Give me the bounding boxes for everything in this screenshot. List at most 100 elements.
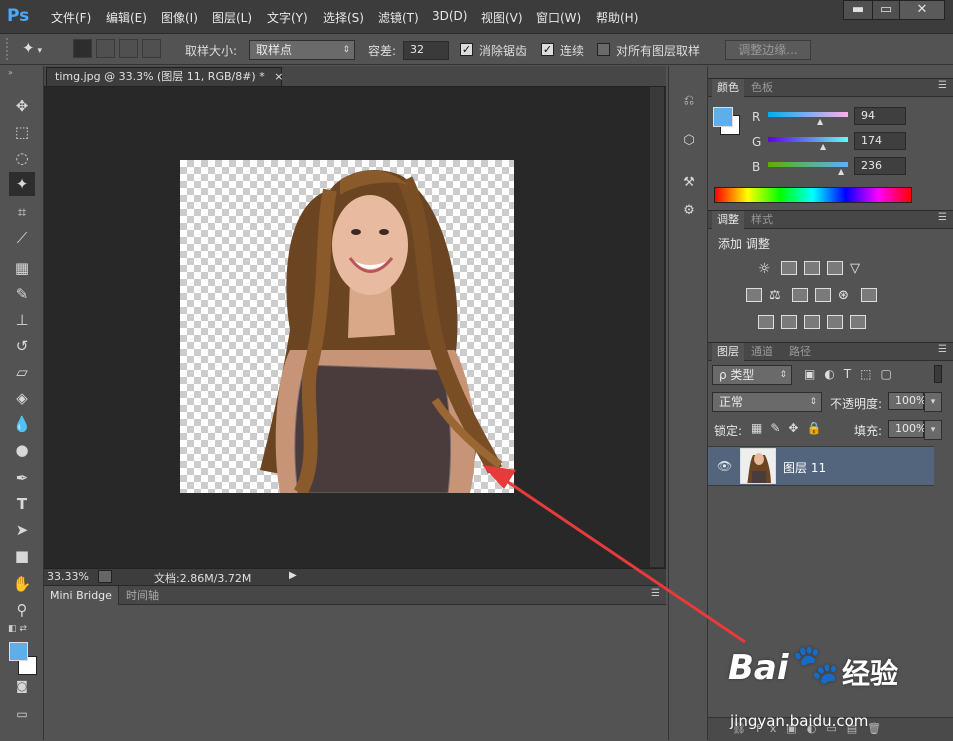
all-layers-checkbox[interactable] [597,43,610,56]
tab-timeline[interactable]: 时间轴 [120,586,165,605]
default-colors-icon[interactable]: ◧ ⇄ [8,624,27,634]
selective-color-icon[interactable] [827,315,843,329]
curves-icon[interactable] [804,261,820,275]
layer-filter-select[interactable]: ρ 类型 ⇕ [712,365,792,385]
menu-type[interactable]: 文字(Y) [267,9,308,26]
menu-edit[interactable]: 编辑(E) [106,9,147,26]
menu-view[interactable]: 视图(V) [481,9,523,26]
tab-adjustments[interactable]: 调整 [712,211,744,229]
subtract-selection-icon[interactable] [119,39,138,58]
filter-toggle[interactable] [934,365,942,383]
g-slider-handle[interactable]: ▲ [820,142,826,151]
move-tool-icon[interactable]: ✥ [9,94,35,118]
brightness-icon[interactable]: ☼ [758,261,774,277]
screen-mode-icon[interactable]: ▭ [9,702,35,726]
panel-menu-icon[interactable]: ☰ [651,588,660,599]
close-icon[interactable]: × [274,70,283,83]
hand-tool-icon[interactable]: ✋ [9,572,35,596]
menu-help[interactable]: 帮助(H) [596,9,638,26]
pen-tool-icon[interactable]: ✒ [9,466,35,490]
antialias-checkbox[interactable]: ✓ [460,43,473,56]
opacity-value[interactable]: 100% [888,392,926,410]
photo-filter-icon[interactable] [815,288,831,302]
new-selection-icon[interactable] [73,39,92,58]
menu-file[interactable]: 文件(F) [51,9,91,26]
visibility-eye-icon[interactable]: 👁 [717,459,732,473]
color-balance-icon[interactable]: ⚖ [769,288,785,303]
foreground-color-swatch[interactable] [9,642,28,661]
r-value[interactable]: 94 [854,107,906,125]
threshold-icon[interactable] [804,315,820,329]
sample-size-select[interactable]: 取样点 ⇕ [249,40,355,60]
type-tool-icon[interactable]: T [9,492,35,516]
opacity-dropdown-icon[interactable]: ▾ [924,392,942,412]
status-menu-arrow-icon[interactable]: ▶ [289,570,297,581]
fill-value[interactable]: 100% [888,420,926,438]
properties-panel-icon[interactable]: ⚙ [677,200,701,222]
layer-thumbnail[interactable] [740,448,776,484]
black-white-icon[interactable] [792,288,808,302]
g-slider[interactable] [768,137,848,142]
layer-name[interactable]: 图层 11 [783,459,826,476]
tab-channels[interactable]: 通道 [746,343,778,361]
tab-layers[interactable]: 图层 [712,343,744,361]
r-slider[interactable] [768,112,848,117]
intersect-selection-icon[interactable] [142,39,161,58]
close-button[interactable]: ✕ [899,0,945,20]
tolerance-input[interactable]: 32 [403,41,449,60]
eraser-tool-icon[interactable]: ▱ [9,360,35,384]
tab-swatches[interactable]: 色板 [746,79,778,97]
invert-icon[interactable] [758,315,774,329]
r-slider-handle[interactable]: ▲ [817,117,823,126]
stamp-tool-icon[interactable]: ⊥ [9,308,35,332]
tab-mini-bridge[interactable]: Mini Bridge [44,586,119,605]
maximize-button[interactable]: ▭ [872,0,900,20]
paint-bucket-tool-icon[interactable]: ◈ [9,386,35,410]
brush-presets-icon[interactable]: ⚒ [677,172,701,194]
magic-wand-preset-icon[interactable]: ✦ ▾ [22,39,62,59]
minimize-button[interactable]: ▬ [843,0,873,20]
channel-mixer-icon[interactable]: ⊛ [838,288,854,303]
add-selection-icon[interactable] [96,39,115,58]
menu-select[interactable]: 选择(S) [323,9,364,26]
exposure-icon[interactable] [827,261,843,275]
tab-styles[interactable]: 样式 [746,211,778,229]
tab-paths[interactable]: 路径 [784,343,816,361]
panel-menu-icon[interactable]: ☰ [938,344,947,355]
b-slider[interactable] [768,162,848,167]
dodge-tool-icon[interactable]: ● [9,438,35,462]
healing-brush-tool-icon[interactable]: ▦ [9,256,35,280]
contiguous-checkbox[interactable]: ✓ [541,43,554,56]
collapse-icon[interactable]: » [8,68,13,77]
zoom-tool-icon[interactable]: ⚲ [9,598,35,622]
lock-icons[interactable]: ▦✎✥🔒 [751,421,829,435]
crop-tool-icon[interactable]: ⌗ [9,200,35,224]
color-spectrum[interactable] [714,187,912,203]
fill-dropdown-icon[interactable]: ▾ [924,420,942,440]
menu-filter[interactable]: 滤镜(T) [378,9,419,26]
rectangle-tool-icon[interactable]: ■ [9,544,35,568]
history-panel-icon[interactable]: ⎌ [677,90,701,112]
lasso-tool-icon[interactable]: ◌ [9,146,35,170]
history-brush-tool-icon[interactable]: ↺ [9,334,35,358]
fg-color-swatch[interactable] [713,107,733,127]
hue-saturation-icon[interactable] [746,288,762,302]
3d-panel-icon[interactable]: ⬡ [677,130,701,152]
magic-wand-tool-icon[interactable]: ✦ [9,172,35,196]
menu-window[interactable]: 窗口(W) [536,9,581,26]
g-value[interactable]: 174 [854,132,906,150]
panel-menu-icon[interactable]: ☰ [938,212,947,223]
quick-mask-icon[interactable]: ◙ [9,674,35,698]
path-selection-tool-icon[interactable]: ➤ [9,518,35,542]
blend-mode-select[interactable]: 正常 ⇕ [712,392,822,412]
b-slider-handle[interactable]: ▲ [838,167,844,176]
tab-color[interactable]: 颜色 [712,79,744,97]
brush-tool-icon[interactable]: ✎ [9,282,35,306]
refine-edge-button[interactable]: 调整边缘... [725,40,811,60]
eyedropper-tool-icon[interactable]: ⟋ [9,226,35,250]
vibrance-icon[interactable]: ▽ [850,261,866,276]
canvas[interactable] [180,160,514,493]
marquee-tool-icon[interactable]: ⬚ [9,120,35,144]
menu-3d[interactable]: 3D(D) [432,9,467,23]
b-value[interactable]: 236 [854,157,906,175]
